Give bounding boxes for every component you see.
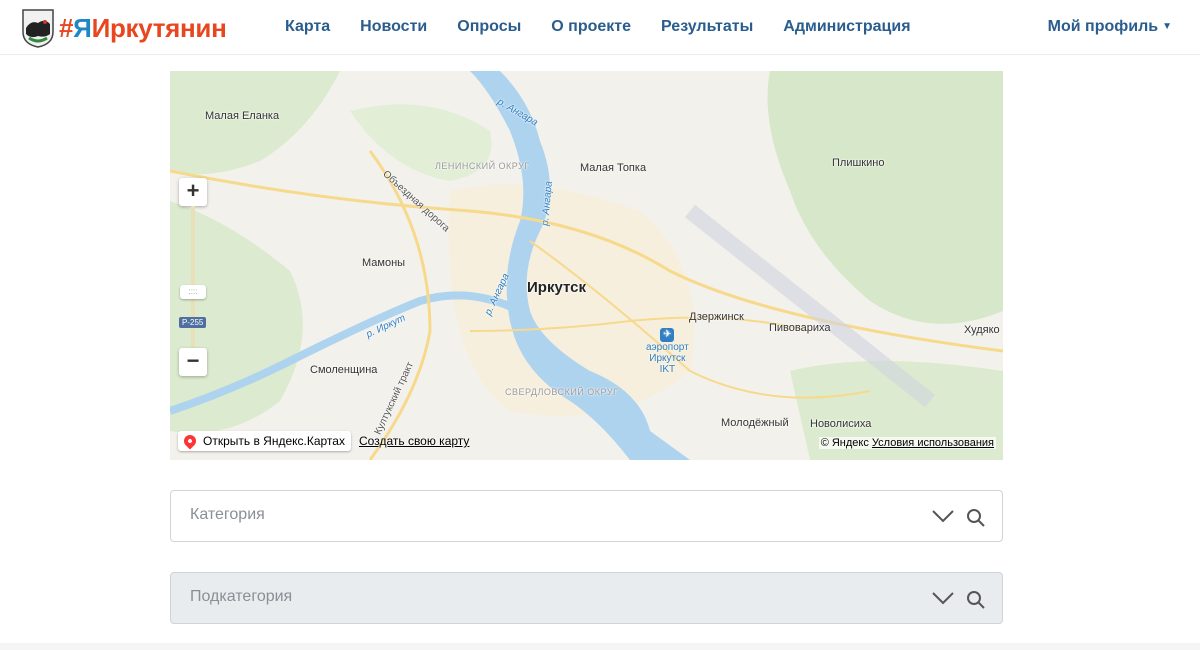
airport-line-2: Иркутск — [649, 353, 686, 364]
chevron-down-icon[interactable] — [931, 506, 955, 526]
subcategory-placeholder: Подкатегория — [190, 588, 293, 605]
zoom-in-button[interactable]: + — [179, 178, 207, 206]
terms-link[interactable]: Условия использования — [872, 437, 994, 449]
main-nav: Карта Новости Опросы О проекте Результат… — [285, 18, 941, 36]
map-label-irkutsk: Иркутск — [527, 279, 586, 296]
airport-line-1: аэропорт — [646, 342, 689, 353]
map-label-sverdlovsky: СВЕРДЛОВСКИЙ ОКРУГ — [505, 387, 619, 397]
profile-label: Мой профиль — [1047, 18, 1159, 35]
nav-item-polls[interactable]: Опросы — [457, 18, 521, 36]
brand-ya: Я — [73, 12, 92, 43]
nav-item-news[interactable]: Новости — [360, 18, 427, 36]
nav-item-results[interactable]: Результаты — [661, 18, 753, 36]
site-header: #ЯИркутянин Карта Новости Опросы О проек… — [0, 0, 1200, 55]
category-placeholder: Категория — [190, 506, 265, 523]
nav-item-administration[interactable]: Администрация — [783, 18, 910, 36]
brand-hash: # — [59, 12, 74, 43]
map-label-khudyakovo: Худяко — [964, 324, 1000, 336]
map-zoom-control: + :::: − — [179, 178, 207, 376]
zoom-slider-track[interactable] — [191, 206, 195, 356]
search-icon[interactable] — [966, 508, 986, 528]
map-pin-icon — [181, 432, 199, 450]
map-label-plishkino: Плишкино — [832, 157, 885, 169]
footer-strip — [0, 643, 1200, 650]
map-label-pivovarikha: Пивовариха — [769, 322, 831, 334]
nav-item-map[interactable]: Карта — [285, 18, 330, 36]
map-label-novolisikha: Новолисиха — [810, 418, 872, 430]
road-sign-r255: Р-255 — [179, 317, 207, 328]
profile-dropdown[interactable]: Мой профиль ▼ — [1048, 18, 1172, 36]
search-icon[interactable] — [966, 590, 986, 610]
map-label-molodyozhny: Молодёжный — [721, 417, 789, 429]
chevron-down-icon[interactable] — [931, 588, 955, 608]
open-yandex-maps-button[interactable]: Открыть в Яндекс.Картах — [178, 431, 351, 451]
copyright-text: © Яндекс — [820, 437, 869, 449]
yandex-map[interactable]: Малая Еланка Малая Топка Плишкино ЛЕНИНС… — [170, 71, 1003, 460]
map-label-leninsky: ЛЕНИНСКИЙ ОКРУГ — [435, 161, 530, 171]
map-label-malaya-topka: Малая Топка — [580, 162, 647, 174]
open-yandex-maps-label: Открыть в Яндекс.Картах — [203, 434, 345, 448]
airport-line-3: IKT — [659, 364, 676, 375]
airplane-icon: ✈ — [660, 328, 675, 342]
brand-name: #ЯИркутянин — [59, 13, 227, 44]
nav-item-about[interactable]: О проекте — [551, 18, 631, 36]
irkutsk-crest-icon — [22, 9, 54, 48]
caret-down-icon: ▼ — [1162, 21, 1172, 32]
zoom-out-button[interactable]: − — [179, 348, 207, 376]
category-select[interactable]: Категория — [170, 490, 1003, 542]
map-label-smolenshchina: Смоленщина — [310, 364, 378, 376]
map-background — [170, 71, 1003, 460]
subcategory-select[interactable]: Подкатегория — [170, 572, 1003, 624]
brand-rest: Иркутянин — [91, 12, 227, 43]
zoom-slider-handle[interactable]: :::: — [180, 285, 206, 299]
map-label-malaya-elanka: Малая Еланка — [205, 110, 280, 122]
map-label-mamony: Мамоны — [362, 257, 406, 269]
map-copyright: © Яндекс Условия использования — [818, 437, 996, 449]
create-map-link[interactable]: Создать свою карту — [359, 434, 469, 448]
site-logo[interactable]: #ЯИркутянин — [21, 8, 227, 48]
map-label-dzerzhinsk: Дзержинск — [689, 311, 744, 323]
map-airport-marker[interactable]: ✈ аэропорт Иркутск IKT — [646, 328, 689, 375]
